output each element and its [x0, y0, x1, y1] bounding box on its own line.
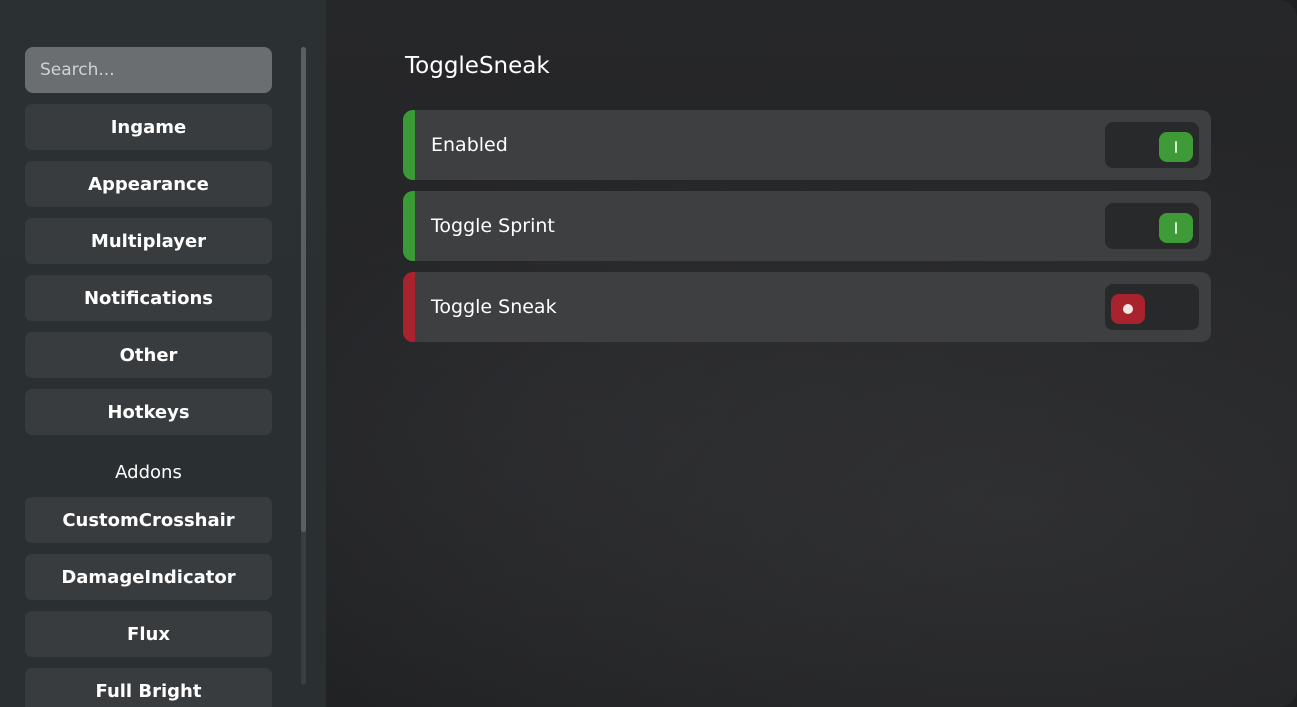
sidebar-item-damageindicator[interactable]: DamageIndicator	[25, 554, 272, 600]
search-input[interactable]	[38, 59, 262, 81]
addons-section-label: Addons	[115, 462, 182, 483]
toggle-sneak-toggle[interactable]	[1105, 284, 1199, 330]
sidebar-scrollbar[interactable]	[301, 47, 306, 685]
search-box[interactable]	[25, 47, 272, 93]
setting-label: Toggle Sneak	[431, 296, 557, 318]
sidebar-item-flux[interactable]: Flux	[25, 611, 272, 657]
sidebar: Ingame Appearance Multiplayer Notificati…	[0, 0, 326, 707]
sidebar-item-full-bright[interactable]: Full Bright	[25, 668, 272, 707]
setting-label: Toggle Sprint	[431, 215, 555, 237]
status-accent-bar	[403, 272, 415, 342]
setting-row-toggle-sneak: Toggle Sneak	[403, 272, 1211, 342]
setting-label: Enabled	[431, 134, 508, 156]
setting-row-enabled: Enabled	[403, 110, 1211, 180]
sidebar-item-appearance[interactable]: Appearance	[25, 161, 272, 207]
status-accent-bar	[403, 110, 415, 180]
enabled-toggle[interactable]	[1105, 122, 1199, 168]
toggle-on-icon	[1159, 132, 1193, 162]
status-accent-bar	[403, 191, 415, 261]
toggle-sprint-toggle[interactable]	[1105, 203, 1199, 249]
toggle-on-icon	[1159, 213, 1193, 243]
sidebar-item-multiplayer[interactable]: Multiplayer	[25, 218, 272, 264]
sidebar-item-ingame[interactable]: Ingame	[25, 104, 272, 150]
app-window: Ingame Appearance Multiplayer Notificati…	[0, 0, 1297, 707]
setting-row-toggle-sprint: Toggle Sprint	[403, 191, 1211, 261]
sidebar-item-other[interactable]: Other	[25, 332, 272, 378]
sidebar-item-hotkeys[interactable]: Hotkeys	[25, 389, 272, 435]
scrollbar-thumb[interactable]	[301, 47, 306, 532]
page-title: ToggleSneak	[405, 53, 550, 79]
toggle-off-icon	[1111, 294, 1145, 324]
sidebar-item-customcrosshair[interactable]: CustomCrosshair	[25, 497, 272, 543]
sidebar-item-notifications[interactable]: Notifications	[25, 275, 272, 321]
